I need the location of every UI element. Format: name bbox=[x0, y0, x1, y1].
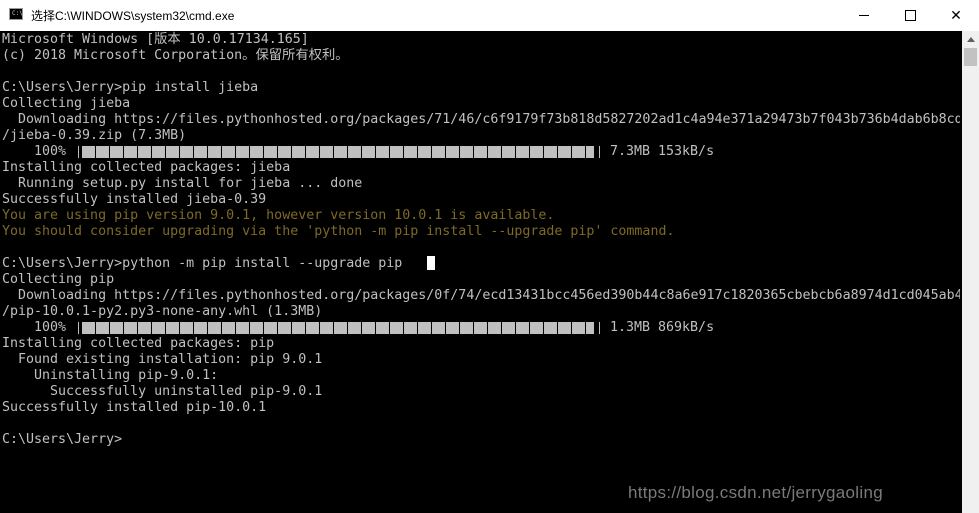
console-line: (c) 2018 Microsoft Corporation。保留所有权利。 bbox=[2, 48, 349, 63]
progress-bar bbox=[78, 322, 600, 334]
cmd-icon-label: C:\ bbox=[12, 10, 23, 17]
console-line: C:\Users\Jerry>python -m pip install --u… bbox=[2, 256, 403, 271]
vertical-scrollbar[interactable] bbox=[962, 31, 979, 513]
console-line: You are using pip version 9.0.1, however… bbox=[2, 208, 555, 223]
console-line: Microsoft Windows [版本 10.0.17134.165] bbox=[2, 32, 309, 47]
cmd-icon[interactable]: C:\ bbox=[9, 8, 23, 20]
progress-stats: 7.3MB 153kB/s bbox=[610, 144, 715, 159]
close-button[interactable]: ✕ bbox=[933, 0, 979, 31]
minimize-button[interactable] bbox=[841, 0, 887, 31]
progress-row: 100% 7.3MB 153kB/s bbox=[2, 144, 960, 160]
console-line: Installing collected packages: pip bbox=[2, 336, 275, 351]
minimize-icon bbox=[859, 15, 869, 16]
console-line: Running setup.py install for jieba ... d… bbox=[2, 176, 363, 191]
watermark: https://blog.csdn.net/jerrygaoling bbox=[628, 483, 883, 502]
progress-percent: 100% bbox=[2, 320, 67, 335]
console-line: Downloading https://files.pythonhosted.o… bbox=[2, 112, 960, 127]
console-output[interactable]: Microsoft Windows [版本 10.0.17134.165] (c)… bbox=[2, 31, 960, 513]
maximize-icon bbox=[904, 10, 916, 21]
progress-percent: 100% bbox=[2, 144, 67, 159]
progress-row: 100% 1.3MB 869kB/s bbox=[2, 320, 960, 336]
close-icon: ✕ bbox=[950, 7, 962, 24]
window-title: 选择C:\WINDOWS\system32\cmd.exe bbox=[31, 9, 235, 23]
text-cursor bbox=[427, 256, 435, 270]
console-line: C:\Users\Jerry> bbox=[2, 432, 123, 447]
console-line: Downloading https://files.pythonhosted.o… bbox=[2, 288, 960, 303]
console-line: Uninstalling pip-9.0.1: bbox=[2, 368, 219, 383]
scroll-up-button[interactable] bbox=[962, 31, 979, 48]
console-line: Successfully installed jieba-0.39 bbox=[2, 192, 267, 207]
scrollbar-thumb[interactable] bbox=[964, 48, 977, 66]
cmd-window: C:\ 选择C:\WINDOWS\system32\cmd.exe ✕ Micr… bbox=[0, 0, 979, 513]
console-line: C:\Users\Jerry>pip install jieba bbox=[2, 80, 259, 95]
progress-bar-fill bbox=[82, 322, 594, 334]
console-line: /jieba-0.39.zip (7.3MB) bbox=[2, 128, 187, 143]
progress-bar bbox=[78, 146, 600, 158]
console-line: Successfully uninstalled pip-9.0.1 bbox=[2, 384, 323, 399]
arrow-up-icon bbox=[966, 37, 975, 42]
console-line: Installing collected packages: jieba bbox=[2, 160, 291, 175]
console-line: Collecting jieba bbox=[2, 96, 131, 111]
console-line: You should consider upgrading via the 'p… bbox=[2, 224, 675, 239]
title-bar[interactable]: C:\ 选择C:\WINDOWS\system32\cmd.exe ✕ bbox=[0, 0, 979, 31]
progress-bar-fill bbox=[82, 146, 594, 158]
console-line: Found existing installation: pip 9.0.1 bbox=[2, 352, 323, 367]
maximize-button[interactable] bbox=[887, 0, 933, 31]
console-line: Collecting pip bbox=[2, 272, 115, 287]
progress-stats: 1.3MB 869kB/s bbox=[610, 320, 715, 335]
console-line: /pip-10.0.1-py2.py3-none-any.whl (1.3MB) bbox=[2, 304, 323, 319]
console-line: Successfully installed pip-10.0.1 bbox=[2, 400, 267, 415]
